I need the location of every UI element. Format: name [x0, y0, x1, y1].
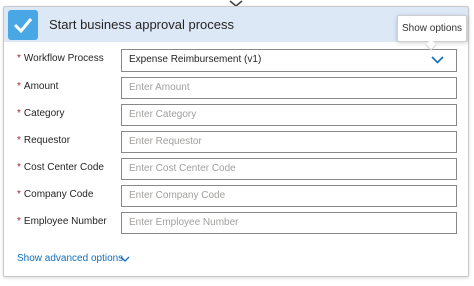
required-marker: * [17, 189, 21, 200]
show-advanced-options-link[interactable]: Show advanced options [17, 253, 123, 264]
field-label: * Employee Number [17, 216, 107, 227]
field-row-cost-center-code: * Cost Center Code Enter Cost Center Code [4, 158, 468, 180]
company-code-input[interactable]: Enter Company Code [121, 185, 457, 207]
field-row-company-code: * Company Code Enter Company Code [4, 185, 468, 207]
requestor-input[interactable]: Enter Requestor [121, 131, 457, 153]
required-marker: * [17, 162, 21, 173]
field-label: * Requestor [17, 135, 71, 146]
field-label: * Company Code [17, 189, 94, 200]
workflow-process-select[interactable]: Expense Reimbursement (v1) [121, 49, 457, 72]
show-options-tooltip: Show options [397, 15, 467, 42]
action-card: Start business approval process * Workflo… [3, 6, 469, 277]
field-row-employee-number: * Employee Number Enter Employee Number [4, 212, 468, 234]
field-row-amount: * Amount Enter Amount [4, 77, 468, 99]
employee-number-input[interactable]: Enter Employee Number [121, 212, 457, 234]
field-label: * Category [17, 108, 65, 119]
required-marker: * [17, 81, 21, 92]
field-row-requestor: * Requestor Enter Requestor [4, 131, 468, 153]
select-value: Expense Reimbursement (v1) [129, 54, 262, 65]
card-title: Start business approval process [49, 17, 234, 32]
field-row-category: * Category Enter Category [4, 104, 468, 126]
required-marker: * [17, 53, 21, 64]
approval-check-icon [8, 10, 38, 40]
chevron-down-icon[interactable] [431, 56, 444, 64]
field-label: * Amount [17, 81, 59, 92]
field-label: * Cost Center Code [17, 162, 104, 173]
chevron-down-icon[interactable] [120, 256, 130, 263]
amount-input[interactable]: Enter Amount [121, 77, 457, 99]
required-marker: * [17, 135, 21, 146]
required-marker: * [17, 216, 21, 227]
field-row-workflow-process: * Workflow Process Expense Reimbursement … [4, 49, 468, 72]
required-marker: * [17, 108, 21, 119]
field-label: * Workflow Process [17, 53, 104, 64]
category-input[interactable]: Enter Category [121, 104, 457, 126]
cost-center-code-input[interactable]: Enter Cost Center Code [121, 158, 457, 180]
